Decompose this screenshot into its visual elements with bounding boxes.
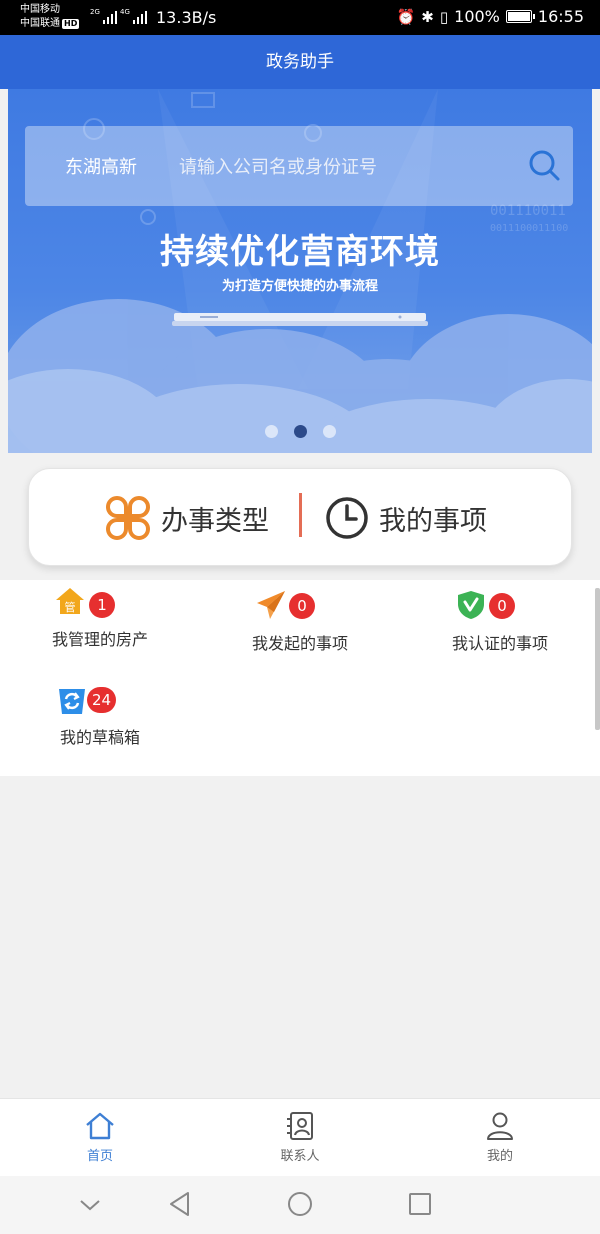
search-icon[interactable] xyxy=(527,148,561,182)
home-icon xyxy=(86,1112,114,1140)
banner-carousel[interactable]: 001110011 0011100011100 东湖高新 请输入公司名或身份证号… xyxy=(8,89,592,453)
banner-subtitle: 为打造方便快捷的办事流程 xyxy=(221,279,378,294)
search-input[interactable]: 请输入公司名或身份证号 xyxy=(179,153,377,179)
clock: 16:55 xyxy=(537,7,584,26)
profile-icon xyxy=(487,1112,513,1140)
my-matters-button[interactable]: 我的事项 xyxy=(325,469,487,567)
house-manage-icon: 管 xyxy=(56,588,84,614)
vibrate-icon: ▯ xyxy=(439,7,449,26)
carrier-info: 中国移动 中国联通 HD xyxy=(20,3,80,31)
page-title: 政务助手 xyxy=(266,52,334,72)
grid-item-label: 我认证的事项 xyxy=(451,634,548,653)
svg-text:管: 管 xyxy=(65,600,76,614)
grid-item-verified-matters[interactable]: 0 我认证的事项 xyxy=(400,580,600,678)
laptop-illustration xyxy=(172,313,428,326)
nav-profile[interactable]: 我的 xyxy=(440,1099,560,1177)
status-right: ⏰ ✱ ▯ 100% 16:55 xyxy=(397,7,584,26)
grid-item-drafts[interactable]: 24 我的草稿箱 xyxy=(0,678,200,776)
grid-item-label: 我管理的房产 xyxy=(51,630,148,649)
clock-icon xyxy=(326,497,368,539)
service-grid: 管 1 我管理的房产 0 我发起的事项 0 我认证的事项 24 我的草稿箱 xyxy=(0,580,600,776)
carousel-dot[interactable] xyxy=(264,425,278,438)
app-bar: 政务助手 xyxy=(0,35,600,89)
recent-apps-icon[interactable] xyxy=(408,1192,432,1216)
signal-icon-2: 4G xyxy=(120,8,147,24)
draft-box-icon xyxy=(59,689,85,714)
business-type-button[interactable]: 办事类型 xyxy=(105,469,269,567)
nav-label: 我的 xyxy=(486,1149,513,1164)
nav-label: 首页 xyxy=(86,1149,113,1164)
paper-plane-icon xyxy=(257,591,285,619)
action-divider xyxy=(299,493,302,537)
status-bar: 中国移动 中国联通 HD 2G 4G 13.3B/s ⏰ ✱ ▯ 100% 16:… xyxy=(0,0,600,35)
carousel-indicator[interactable] xyxy=(8,425,592,438)
carousel-dot[interactable] xyxy=(293,425,307,438)
battery-icon xyxy=(505,10,535,23)
scrollbar[interactable] xyxy=(595,588,600,730)
badge-count: 0 xyxy=(289,593,315,619)
alarm-icon: ⏰ xyxy=(396,7,416,26)
grid-item-label: 我的草稿箱 xyxy=(59,728,140,747)
signal-icon: 2G xyxy=(90,8,117,24)
network-type-2: 4G xyxy=(120,8,130,16)
badge-count: 1 xyxy=(89,592,115,618)
carousel-dot[interactable] xyxy=(322,425,336,438)
carrier-2: 中国联通 xyxy=(20,18,60,29)
business-type-label: 办事类型 xyxy=(161,505,269,537)
region-selector[interactable]: 东湖高新 xyxy=(65,153,137,179)
grid-item-managed-property[interactable]: 管 1 我管理的房产 xyxy=(0,580,200,678)
nav-home[interactable]: 首页 xyxy=(40,1099,160,1177)
nav-label: 联系人 xyxy=(280,1149,320,1164)
badge-count: 0 xyxy=(489,593,515,619)
hide-nav-icon[interactable] xyxy=(78,1198,102,1212)
category-grid-icon xyxy=(106,496,150,540)
home-button-icon[interactable] xyxy=(287,1190,313,1218)
battery-percent: 100% xyxy=(454,7,500,26)
hd-badge: HD xyxy=(62,19,80,29)
my-matters-label: 我的事项 xyxy=(379,505,487,537)
back-icon[interactable] xyxy=(168,1190,192,1218)
nav-contacts[interactable]: 联系人 xyxy=(240,1099,360,1177)
contacts-icon xyxy=(287,1112,313,1140)
action-card: 办事类型 我的事项 xyxy=(28,468,572,566)
banner-title: 持续优化营商环境 xyxy=(160,232,440,272)
grid-item-initiated-matters[interactable]: 0 我发起的事项 xyxy=(200,580,400,678)
verified-shield-icon xyxy=(458,591,484,619)
bluetooth-icon: ✱ xyxy=(421,7,434,26)
network-type-1: 2G xyxy=(90,8,100,16)
badge-count: 24 xyxy=(87,687,117,713)
carrier-1: 中国移动 xyxy=(20,4,60,15)
system-nav-bar xyxy=(0,1176,600,1234)
bottom-nav: 首页 联系人 我的 xyxy=(0,1098,600,1176)
net-speed: 13.3B/s xyxy=(156,8,217,27)
search-bar[interactable]: 东湖高新 请输入公司名或身份证号 xyxy=(25,126,573,206)
grid-item-label: 我发起的事项 xyxy=(251,634,348,653)
